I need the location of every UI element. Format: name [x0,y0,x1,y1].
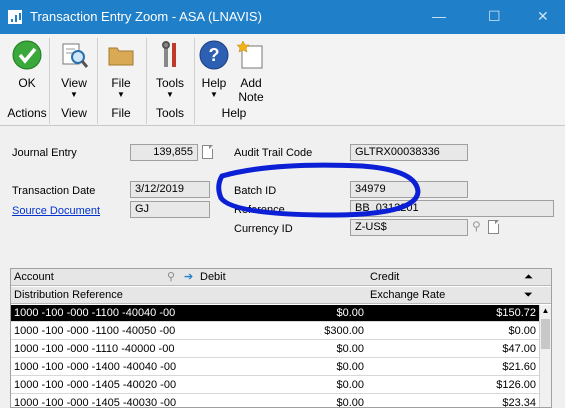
folder-icon [108,47,134,66]
credit-cell: $150.72 [496,307,536,319]
account-cell: 1000 -100 -000 -1405 -40030 -00 [14,397,177,408]
group-help-label: Help [221,106,247,120]
ribbon-toolbar: OK View ▼ File ▼ Tools ▼ ? Help ▼ Add No… [0,34,565,126]
source-document-link[interactable]: Source Document [12,205,100,217]
dropdown-arrow-icon: ▼ [166,90,174,99]
dropdown-arrow-icon: ▼ [210,90,218,99]
debit-cell: $0.00 [336,379,364,391]
ribbon-separator [97,38,98,124]
view-magnifier-icon [62,43,89,68]
checkmark-icon [12,40,42,70]
dropdown-arrow-icon: ▼ [117,90,125,99]
account-cell: 1000 -100 -000 -1405 -40020 -00 [14,379,177,391]
file-label: File [111,76,131,90]
currency-id-field[interactable]: Z-US$ [350,219,468,236]
credit-cell: $23.34 [502,397,536,408]
file-menu-button[interactable]: File ▼ [104,40,138,100]
expand-rows-icon[interactable]: ⏷ [521,287,536,303]
table-row[interactable]: 1000 -100 -000 -1405 -40030 -00 $0.00 $2… [11,395,539,408]
scroll-up-icon[interactable]: ▲ [540,305,551,317]
ribbon-separator [194,38,195,124]
ribbon-separator [146,38,147,124]
debit-cell: $300.00 [324,325,364,337]
ok-button[interactable]: OK [10,40,44,90]
debit-cell: $0.00 [336,397,364,408]
group-file-label: File [111,106,131,120]
source-document-field[interactable]: GJ [130,201,210,218]
table-row[interactable]: 1000 -100 -000 -1100 -40050 -00 $300.00 … [11,323,539,340]
credit-cell: $126.00 [496,379,536,391]
currency-lookup-icon[interactable]: ⚲ [472,219,481,233]
distribution-reference-header[interactable]: Distribution Reference [11,287,126,303]
minimize-button[interactable]: — [432,8,446,24]
account-cell: 1000 -100 -000 -1100 -40050 -00 [14,325,176,337]
distribution-grid: Account ⚲ ➔ Debit Credit ⏶ Distribution … [10,268,552,408]
collapse-rows-icon[interactable]: ⏶ [521,269,536,285]
grid-header-row-2: Distribution Reference Exchange Rate ⏷ [11,287,551,304]
help-icon: ? [199,40,229,70]
svg-text:?: ? [209,45,220,65]
view-label: View [61,76,87,90]
credit-column-header[interactable]: Credit [367,269,402,285]
transaction-date-label: Transaction Date [12,185,96,197]
group-view-label: View [61,106,87,120]
help-menu-button[interactable]: ? Help ▼ [198,40,230,100]
group-actions-label: Actions [7,106,47,120]
group-tools-label: Tools [155,106,184,120]
help-label: Help [201,76,227,90]
transaction-date-field[interactable]: 3/12/2019 [130,181,210,198]
grid-scrollbar[interactable]: ▲ [539,305,551,407]
credit-cell: $47.00 [502,343,536,355]
exchange-rate-header[interactable]: Exchange Rate [367,287,448,303]
ribbon-separator [49,38,50,124]
credit-cell: $0.00 [508,325,536,337]
view-menu-button[interactable]: View ▼ [56,40,92,100]
grid-header-row-1: Account ⚲ ➔ Debit Credit ⏶ [11,269,551,286]
add-note-label-line2: Note [238,90,264,104]
debit-column-header[interactable]: Debit [197,269,229,285]
add-note-label: Add Note [234,76,268,104]
lookup-icon[interactable]: ⚲ [164,269,178,285]
tools-menu-button[interactable]: Tools ▼ [152,40,188,100]
credit-cell: $21.60 [502,361,536,373]
annotation-circle [216,162,421,218]
add-note-label-line1: Add [240,76,262,90]
table-row[interactable]: 1000 -100 -000 -1400 -40040 -00 $0.00 $2… [11,359,539,376]
table-row[interactable]: 1000 -100 -000 -1100 -40040 -00 $0.00 $1… [11,305,539,322]
add-note-icon [236,40,263,69]
title-bar: Transaction Entry Zoom - ASA (LNAVIS) — … [0,0,565,34]
journal-entry-label: Journal Entry [12,147,77,159]
expand-arrow-icon[interactable]: ➔ [181,269,196,285]
close-button[interactable]: ✕ [537,8,549,25]
account-column-header[interactable]: Account [11,269,57,285]
scroll-thumb[interactable] [541,319,550,349]
table-row[interactable]: 1000 -100 -000 -1110 -40000 -00 $0.00 $4… [11,341,539,358]
app-chart-icon [8,10,22,24]
maximize-button[interactable]: ☐ [488,8,501,25]
account-cell: 1000 -100 -000 -1110 -40000 -00 [14,343,175,355]
account-cell: 1000 -100 -000 -1400 -40040 -00 [14,361,177,373]
currency-note-icon[interactable] [488,220,499,234]
journal-entry-field[interactable]: 139,855 [130,144,198,161]
tools-label: Tools [155,76,184,90]
currency-id-label: Currency ID [234,223,293,235]
debit-cell: $0.00 [336,343,364,355]
account-cell: 1000 -100 -000 -1100 -40040 -00 [14,307,176,319]
debit-cell: $0.00 [336,361,364,373]
dropdown-arrow-icon: ▼ [70,90,78,99]
note-icon[interactable] [202,145,213,159]
add-note-button[interactable]: Add Note [234,40,268,104]
tools-icon [162,41,176,67]
ok-label: OK [18,76,36,90]
table-row[interactable]: 1000 -100 -000 -1405 -40020 -00 $0.00 $1… [11,377,539,394]
window-title: Transaction Entry Zoom - ASA (LNAVIS) [30,9,262,24]
debit-cell: $0.00 [336,307,364,319]
